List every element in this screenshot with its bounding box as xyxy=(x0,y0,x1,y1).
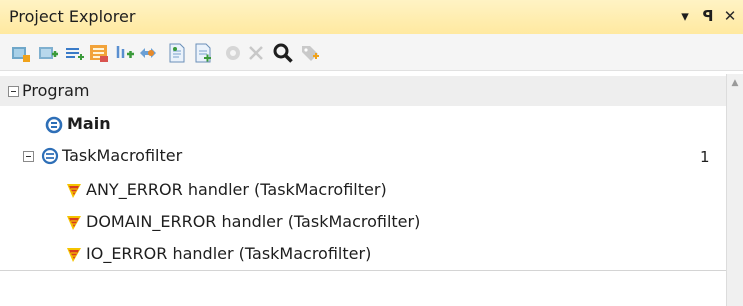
disabled-gear-icon xyxy=(222,42,244,64)
close-icon[interactable]: ✕ xyxy=(720,6,740,26)
vertical-scrollbar[interactable]: ▲ xyxy=(726,74,743,306)
handler-label: ANY_ERROR handler (TaskMacrofilter) xyxy=(86,180,387,199)
pin-icon[interactable]: ꟼ xyxy=(698,6,718,26)
panel-title: Project Explorer xyxy=(9,7,136,26)
collapse-toggle-task[interactable] xyxy=(23,151,34,162)
add-item-icon[interactable] xyxy=(37,42,59,64)
collapse-toggle-program[interactable] xyxy=(8,86,19,97)
properties-icon[interactable] xyxy=(88,42,110,64)
tree-node-program[interactable]: Program xyxy=(0,76,726,106)
toolbar xyxy=(0,34,743,71)
disabled-delete-icon xyxy=(245,42,267,64)
main-program-icon xyxy=(44,115,64,135)
handler-icon xyxy=(64,213,84,233)
dropdown-icon[interactable]: ▾ xyxy=(675,6,695,26)
handler-icon xyxy=(64,181,84,201)
add-task-icon[interactable] xyxy=(10,42,32,64)
tree-bottom-divider xyxy=(0,270,726,271)
document-add-icon[interactable] xyxy=(192,42,214,64)
handler-icon xyxy=(64,245,84,265)
sort-icon[interactable] xyxy=(113,42,135,64)
handler-label: IO_ERROR handler (TaskMacrofilter) xyxy=(86,244,372,263)
handler-label: DOMAIN_ERROR handler (TaskMacrofilter) xyxy=(86,212,421,231)
document-icon[interactable] xyxy=(166,42,188,64)
scroll-up-arrow-icon[interactable]: ▲ xyxy=(730,78,740,88)
project-tree: Program Main TaskMacrofilter 1 ANY_ERROR… xyxy=(0,74,726,270)
task-icon xyxy=(40,146,60,166)
panel-title-bar: Project Explorer ▾ ꟼ ✕ xyxy=(0,0,743,35)
main-label: Main xyxy=(67,114,111,133)
list-icon[interactable] xyxy=(63,42,85,64)
tag-icon[interactable] xyxy=(299,42,321,64)
task-count: 1 xyxy=(700,148,710,166)
task-label: TaskMacrofilter xyxy=(62,146,183,165)
move-icon[interactable] xyxy=(137,42,159,64)
search-icon[interactable] xyxy=(272,42,294,64)
program-label: Program xyxy=(22,81,90,100)
